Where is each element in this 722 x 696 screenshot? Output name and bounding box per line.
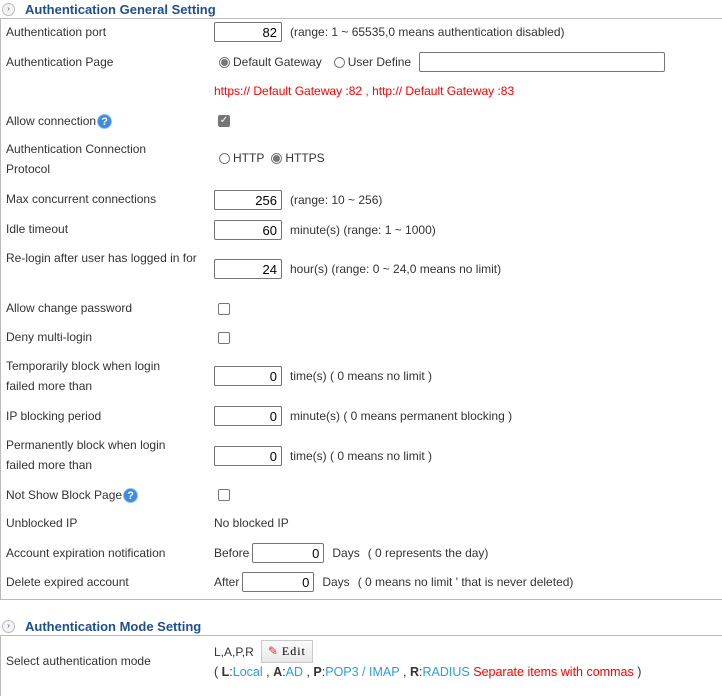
deny-multi-login-label: Deny multi-login	[6, 330, 93, 344]
legend-key-a: A	[273, 665, 283, 679]
not-show-block-label: Not Show Block Page?	[6, 485, 196, 505]
legend-key-l: L	[221, 665, 230, 679]
radio-default-gateway-label: Default Gateway	[233, 55, 322, 69]
auth-port-input[interactable]	[214, 22, 282, 42]
expire-notify-hint: ( 0 represents the day)	[367, 546, 489, 560]
legend-local: Local	[232, 665, 263, 679]
section-header-general: › Authentication General Setting	[0, 0, 216, 18]
legend-ad: AD	[285, 665, 303, 679]
temp-block-hint: time(s) ( 0 means no limit )	[290, 369, 433, 383]
allow-connection-checkbox[interactable]: ✓	[218, 115, 230, 127]
auth-mode-label: Select authentication mode	[6, 654, 151, 668]
legend-key-p: P	[313, 665, 322, 679]
radio-https-label: HTTPS	[285, 151, 325, 165]
allow-connection-text: Allow connection	[6, 114, 97, 128]
perm-block-label: Permanently block when login failed more…	[6, 438, 166, 472]
protocol-label: Authentication Connection Protocol	[6, 142, 147, 176]
ip-block-period-input[interactable]	[214, 406, 282, 426]
auth-port-label: Authentication port	[6, 25, 107, 39]
legend-key-r: R	[410, 665, 420, 679]
unblocked-ip-value: No blocked IP	[214, 516, 289, 530]
perm-block-input[interactable]	[214, 446, 282, 466]
expire-notify-input[interactable]	[252, 543, 325, 563]
radio-https[interactable]	[271, 152, 283, 164]
temp-block-label: Temporarily block when login failed more…	[6, 359, 161, 393]
legend-radius: RADIUS	[422, 665, 470, 679]
idle-timeout-label: Idle timeout	[6, 222, 69, 236]
max-conn-hint: (range: 10 ~ 256)	[290, 193, 383, 207]
radio-user-define-label: User Define	[347, 55, 412, 69]
deny-multi-login-checkbox[interactable]	[218, 332, 230, 344]
expire-notify-label: Account expiration notification	[6, 546, 166, 560]
chevron-right-icon[interactable]: ›	[2, 619, 15, 633]
max-conn-label: Max concurrent connections	[6, 192, 157, 206]
delete-expired-prefix: After	[214, 575, 240, 589]
section-header-mode: › Authentication Mode Setting	[0, 617, 201, 635]
help-icon[interactable]: ?	[97, 114, 113, 130]
allow-change-password-label: Allow change password	[6, 301, 133, 315]
auth-page-label: Authentication Page	[6, 55, 114, 69]
expire-notify-prefix: Before	[214, 546, 250, 560]
user-define-input[interactable]	[419, 52, 666, 72]
legend-close: )	[637, 665, 642, 679]
radio-default-gateway[interactable]	[219, 56, 230, 68]
perm-block-hint: time(s) ( 0 means no limit )	[290, 449, 433, 463]
delete-expired-unit: Days	[322, 575, 350, 589]
auth-page-note: https:// Default Gateway :82 , http:// D…	[214, 84, 515, 98]
ip-block-period-label: IP blocking period	[6, 409, 102, 423]
chevron-right-icon[interactable]: ›	[2, 2, 15, 16]
delete-expired-label: Delete expired account	[6, 575, 129, 589]
idle-timeout-input[interactable]	[214, 220, 282, 240]
relogin-hint: hour(s) (range: 0 ~ 24,0 means no limit)	[290, 262, 502, 276]
section-title: Authentication Mode Setting	[25, 618, 202, 634]
relogin-label: Re-login after user has logged in for	[6, 251, 197, 265]
auth-mode-legend: ( L : Local , A : AD , P : POP3 / IMAP ,…	[214, 665, 642, 679]
section-title: Authentication General Setting	[25, 1, 216, 17]
radio-http-label: HTTP	[233, 151, 265, 165]
edit-button[interactable]: ✎ Edit	[260, 640, 313, 663]
help-icon[interactable]: ?	[123, 488, 139, 504]
expire-notify-unit: Days	[332, 546, 360, 560]
auth-port-hint: (range: 1 ~ 65535,0 means authentication…	[290, 25, 565, 39]
radio-http[interactable]	[219, 152, 230, 164]
legend-note: Separate items with commas	[473, 665, 634, 679]
delete-expired-hint: ( 0 means no limit ' that is never delet…	[357, 575, 574, 589]
temp-block-input[interactable]	[214, 366, 282, 386]
radio-user-define[interactable]	[333, 56, 345, 68]
pencil-icon: ✎	[267, 644, 279, 658]
auth-mode-value: L,A,P,R	[214, 644, 254, 659]
allow-connection-label: Allow connection?	[6, 111, 196, 131]
not-show-block-checkbox[interactable]	[218, 489, 230, 501]
legend-open: (	[214, 665, 219, 679]
idle-timeout-hint: minute(s) (range: 1 ~ 1000)	[290, 223, 436, 237]
ip-block-period-hint: minute(s) ( 0 means permanent blocking )	[290, 409, 513, 423]
delete-expired-input[interactable]	[242, 572, 315, 592]
not-show-block-text: Not Show Block Page	[6, 488, 123, 502]
relogin-input[interactable]	[214, 259, 282, 279]
allow-change-password-checkbox[interactable]	[218, 303, 230, 315]
max-conn-input[interactable]	[214, 190, 282, 210]
edit-button-label: Edit	[281, 644, 306, 658]
unblocked-ip-label: Unblocked IP	[6, 516, 78, 530]
legend-pop3: POP3 / IMAP	[325, 665, 400, 679]
